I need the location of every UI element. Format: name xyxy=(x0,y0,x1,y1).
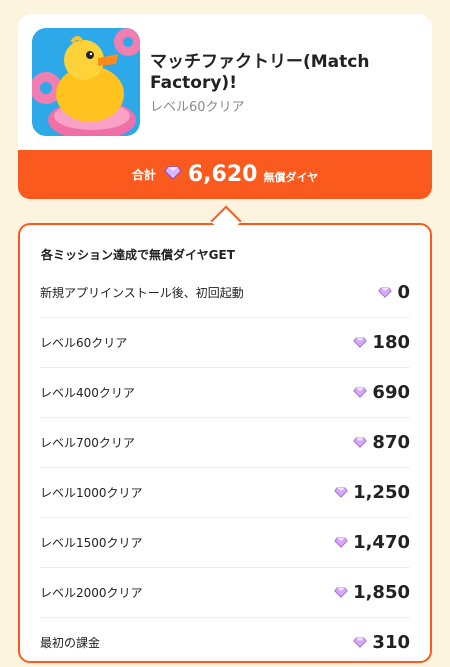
mission-list: 新規アプリインストール後、初回起動 0 レベル60クリア 180 レベル400ク… xyxy=(40,268,410,667)
mission-value: 1,850 xyxy=(353,582,410,603)
mission-label: 新規アプリインストール後、初回起動 xyxy=(40,286,244,300)
diamond-icon xyxy=(353,333,368,352)
mission-value: 310 xyxy=(372,632,410,653)
diamond-icon xyxy=(353,633,368,652)
mission-row: レベル60クリア 180 xyxy=(40,318,410,368)
diamond-icon xyxy=(378,283,393,302)
mission-label: レベル400クリア xyxy=(40,386,135,400)
mission-row: レベル2000クリア 1,850 xyxy=(40,568,410,618)
mission-label: レベル2000クリア xyxy=(40,586,143,600)
mission-value: 180 xyxy=(372,332,410,353)
app-subtitle: レベル60クリア xyxy=(150,100,245,115)
diamond-icon xyxy=(334,483,348,502)
mission-row: レベル1000クリア 1,250 xyxy=(40,468,410,518)
mission-value: 870 xyxy=(372,432,410,453)
mission-value: 1,470 xyxy=(353,532,410,553)
diamond-icon xyxy=(353,433,368,452)
diamond-icon xyxy=(334,533,348,552)
mission-label: 最初の課金 xyxy=(40,636,101,650)
total-unit: 無償ダイヤ xyxy=(263,170,319,184)
mission-row: レベル1500クリア 1,470 xyxy=(40,518,410,568)
diamond-icon xyxy=(353,383,368,402)
app-card: マッチファクトリー(Match Factory)! レベル60クリア xyxy=(18,14,432,154)
total-value: 6,620 xyxy=(187,162,258,187)
app-title: マッチファクトリー(Match Factory)! xyxy=(150,52,370,93)
mission-value: 0 xyxy=(397,282,410,303)
total-bar: 合計 6,620 無償ダイヤ xyxy=(18,150,432,199)
mission-row: 最初の課金 310 xyxy=(40,618,410,667)
mission-label: レベル700クリア xyxy=(40,436,135,450)
mission-value: 1,250 xyxy=(353,482,410,503)
mission-row: レベル400クリア 690 xyxy=(40,368,410,418)
mission-panel: 各ミッション達成で無償ダイヤGET 新規アプリインストール後、初回起動 0 レベ… xyxy=(18,223,432,663)
mission-row: 新規アプリインストール後、初回起動 0 xyxy=(40,268,410,318)
mission-label: レベル1500クリア xyxy=(40,536,143,550)
mission-label: レベル60クリア xyxy=(40,336,128,350)
total-label: 合計 xyxy=(131,168,156,182)
mission-label: レベル1000クリア xyxy=(40,486,143,500)
diamond-icon xyxy=(334,583,348,602)
diamond-icon xyxy=(164,165,182,184)
app-icon[interactable] xyxy=(32,28,140,136)
mission-header: 各ミッション達成で無償ダイヤGET xyxy=(41,248,235,262)
mission-value: 690 xyxy=(372,382,410,403)
mission-row: レベル700クリア 870 xyxy=(40,418,410,468)
